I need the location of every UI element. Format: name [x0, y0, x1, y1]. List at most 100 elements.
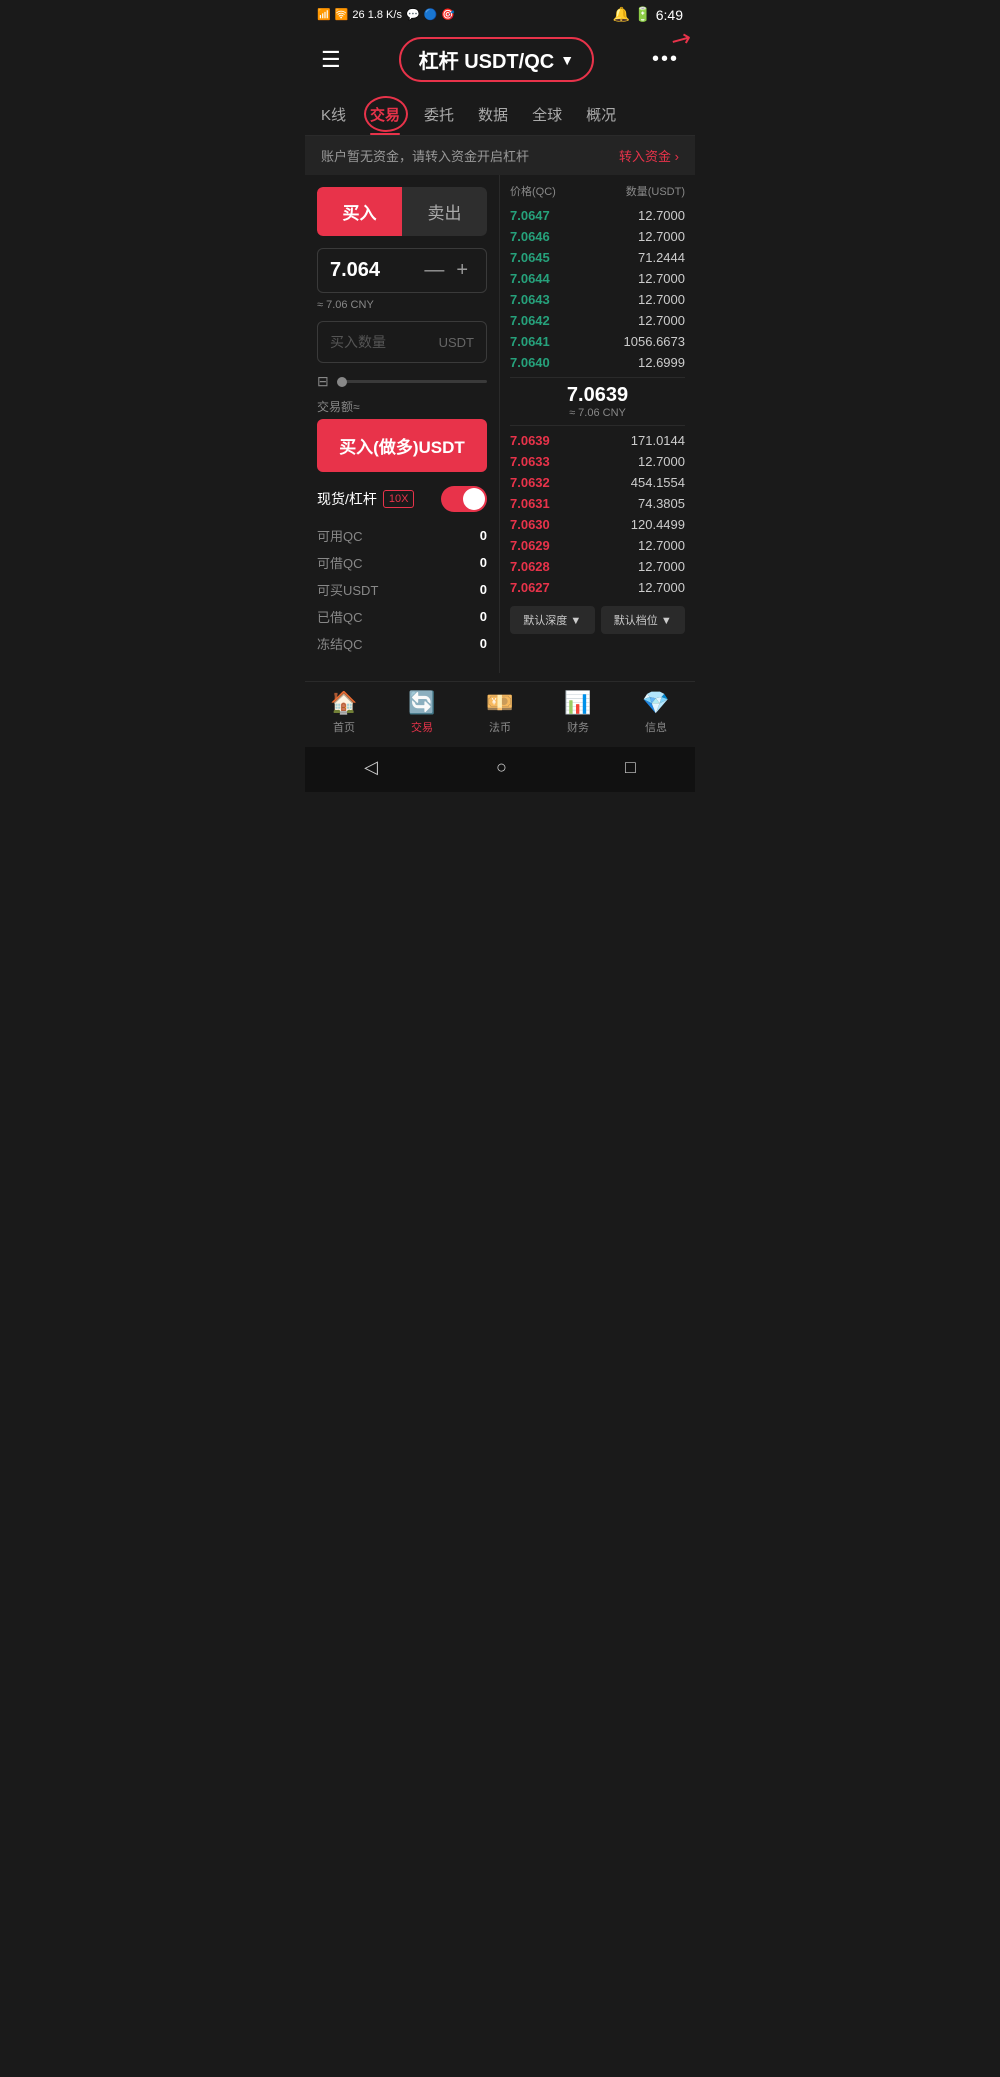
- fiat-icon: 💴: [486, 690, 513, 716]
- price-header: 价格(QC): [510, 183, 556, 199]
- ask-qty-5: 12.7000: [638, 292, 685, 307]
- bid-price-2: 7.0633: [510, 454, 550, 469]
- account-info: 可用QC 0 可借QC 0 可买USDT 0 已借QC 0 冻结QC 0: [317, 526, 487, 653]
- wifi-icon: 🛜: [335, 8, 349, 21]
- bid-row-4: 7.0631 74.3805: [510, 493, 685, 514]
- bid-row-8: 7.0627 12.7000: [510, 577, 685, 598]
- tab-trade[interactable]: 交易: [370, 94, 400, 135]
- borrow-qc-label: 可借QC: [317, 553, 480, 572]
- ask-price-1: 7.0647: [510, 208, 550, 223]
- ask-row-6: 7.0642 12.7000: [510, 310, 685, 331]
- home-button[interactable]: ○: [496, 757, 507, 778]
- header-title: 杠杆 USDT/QC: [419, 45, 555, 74]
- bid-price-3: 7.0632: [510, 475, 550, 490]
- price-decrease-button[interactable]: —: [418, 259, 450, 282]
- bid-row-5: 7.0630 120.4499: [510, 514, 685, 535]
- notice-bar: 账户暂无资金，请转入资金开启杠杆 转入资金 ›: [305, 136, 695, 175]
- ask-price-4: 7.0644: [510, 271, 550, 286]
- frozen-qc-label: 冻结QC: [317, 634, 480, 653]
- bottom-nav-info[interactable]: 💎 信息: [642, 690, 669, 735]
- ask-price-8: 7.0640: [510, 355, 550, 370]
- bottom-nav-fiat[interactable]: 💴 法币: [486, 690, 513, 735]
- notice-text: 账户暂无资金，请转入资金开启杠杆: [321, 146, 529, 165]
- frozen-qc-value: 0: [480, 636, 487, 651]
- tab-data[interactable]: 数据: [478, 94, 508, 135]
- bid-price-5: 7.0630: [510, 517, 550, 532]
- ask-price-3: 7.0645: [510, 250, 550, 265]
- bid-price-7: 7.0628: [510, 559, 550, 574]
- borrowed-qc-label: 已借QC: [317, 607, 480, 626]
- bid-price-8: 7.0627: [510, 580, 550, 595]
- signal-icon: 📶: [317, 8, 331, 21]
- bottom-nav-finance[interactable]: 📊 财务: [564, 690, 591, 735]
- ask-rows: 7.0647 12.7000 7.0646 12.7000 7.0645 71.…: [510, 205, 685, 373]
- quantity-input[interactable]: 买入数量 USDT: [317, 321, 487, 363]
- header-title-wrapper[interactable]: 杠杆 USDT/QC ▼: [399, 37, 594, 82]
- ask-row-3: 7.0645 71.2444: [510, 247, 685, 268]
- account-row-frozen-qc: 冻结QC 0: [317, 634, 487, 653]
- quantity-header: 数量(USDT): [626, 183, 685, 199]
- trade-icon: 🔄: [408, 690, 435, 716]
- tab-global[interactable]: 全球: [532, 94, 562, 135]
- bid-row-3: 7.0632 454.1554: [510, 472, 685, 493]
- mid-price: 7.0639 ≈ 7.06 CNY: [510, 377, 685, 426]
- bid-qty-6: 12.7000: [638, 538, 685, 553]
- tab-overview[interactable]: 概况: [586, 94, 616, 135]
- depth-row: 默认深度 ▼ 默认档位 ▼: [510, 606, 685, 634]
- bottom-nav-home[interactable]: 🏠 首页: [330, 690, 357, 735]
- info-icon: 💎: [642, 690, 669, 716]
- bottom-nav-trade-label: 交易: [411, 719, 433, 735]
- ask-row-7: 7.0641 1056.6673: [510, 331, 685, 352]
- mid-price-cny: ≈ 7.06 CNY: [510, 407, 685, 419]
- bid-row-6: 7.0629 12.7000: [510, 535, 685, 556]
- bell-icon: 🔔: [613, 6, 630, 23]
- leverage-toggle[interactable]: [441, 486, 487, 512]
- bid-row-7: 7.0628 12.7000: [510, 556, 685, 577]
- tab-kline[interactable]: K线: [321, 94, 346, 135]
- trade-amount-label: 交易额≈: [317, 398, 487, 415]
- bid-rows: 7.0639 171.0144 7.0633 12.7000 7.0632 45…: [510, 430, 685, 598]
- bid-qty-4: 74.3805: [638, 496, 685, 511]
- ask-row-8: 7.0640 12.6999: [510, 352, 685, 373]
- buy-usdt-label: 可买USDT: [317, 580, 480, 599]
- account-row-buy-usdt: 可买USDT 0: [317, 580, 487, 599]
- recent-apps-button[interactable]: □: [625, 757, 636, 778]
- battery-icon: 🔋: [634, 6, 651, 23]
- sell-button[interactable]: 卖出: [402, 187, 487, 236]
- depth-button[interactable]: 默认深度 ▼: [510, 606, 595, 634]
- transfer-funds-link[interactable]: 转入资金 ›: [619, 146, 679, 165]
- finance-icon: 📊: [564, 690, 591, 716]
- buy-button[interactable]: 买入: [317, 187, 402, 236]
- orderbook-header: 价格(QC) 数量(USDT): [510, 183, 685, 199]
- archive-button[interactable]: 默认档位 ▼: [601, 606, 686, 634]
- borrow-qc-value: 0: [480, 555, 487, 570]
- bid-price-4: 7.0631: [510, 496, 550, 511]
- borrowed-qc-value: 0: [480, 609, 487, 624]
- bid-qty-5: 120.4499: [631, 517, 685, 532]
- bid-qty-3: 454.1554: [631, 475, 685, 490]
- bid-qty-1: 171.0144: [631, 433, 685, 448]
- back-button[interactable]: ◁: [364, 757, 378, 778]
- bottom-nav-finance-label: 财务: [567, 719, 589, 735]
- tab-entrust[interactable]: 委托: [424, 94, 454, 135]
- ask-price-7: 7.0641: [510, 334, 550, 349]
- bid-row-1: 7.0639 171.0144: [510, 430, 685, 451]
- bid-row-2: 7.0633 12.7000: [510, 451, 685, 472]
- approx-cny: ≈ 7.06 CNY: [317, 299, 487, 311]
- hamburger-icon[interactable]: ☰: [321, 47, 341, 73]
- ask-row-5: 7.0643 12.7000: [510, 289, 685, 310]
- bottom-nav-trade[interactable]: 🔄 交易: [408, 690, 435, 735]
- quantity-placeholder: 买入数量: [330, 332, 386, 352]
- big-buy-button[interactable]: 买入(做多)USDT: [317, 419, 487, 472]
- ask-row-1: 7.0647 12.7000: [510, 205, 685, 226]
- ask-price-5: 7.0643: [510, 292, 550, 307]
- bottom-nav-info-label: 信息: [645, 719, 667, 735]
- available-qc-value: 0: [480, 528, 487, 543]
- order-book-panel: 价格(QC) 数量(USDT) 7.0647 12.7000 7.0646 12…: [500, 175, 695, 673]
- leverage-badge: 10X: [383, 490, 415, 508]
- price-increase-button[interactable]: +: [450, 259, 474, 282]
- dropdown-icon: ▼: [560, 52, 574, 68]
- status-speed: 26 1.8 K/s: [352, 9, 402, 21]
- account-row-available-qc: 可用QC 0: [317, 526, 487, 545]
- slider-track[interactable]: [337, 380, 487, 383]
